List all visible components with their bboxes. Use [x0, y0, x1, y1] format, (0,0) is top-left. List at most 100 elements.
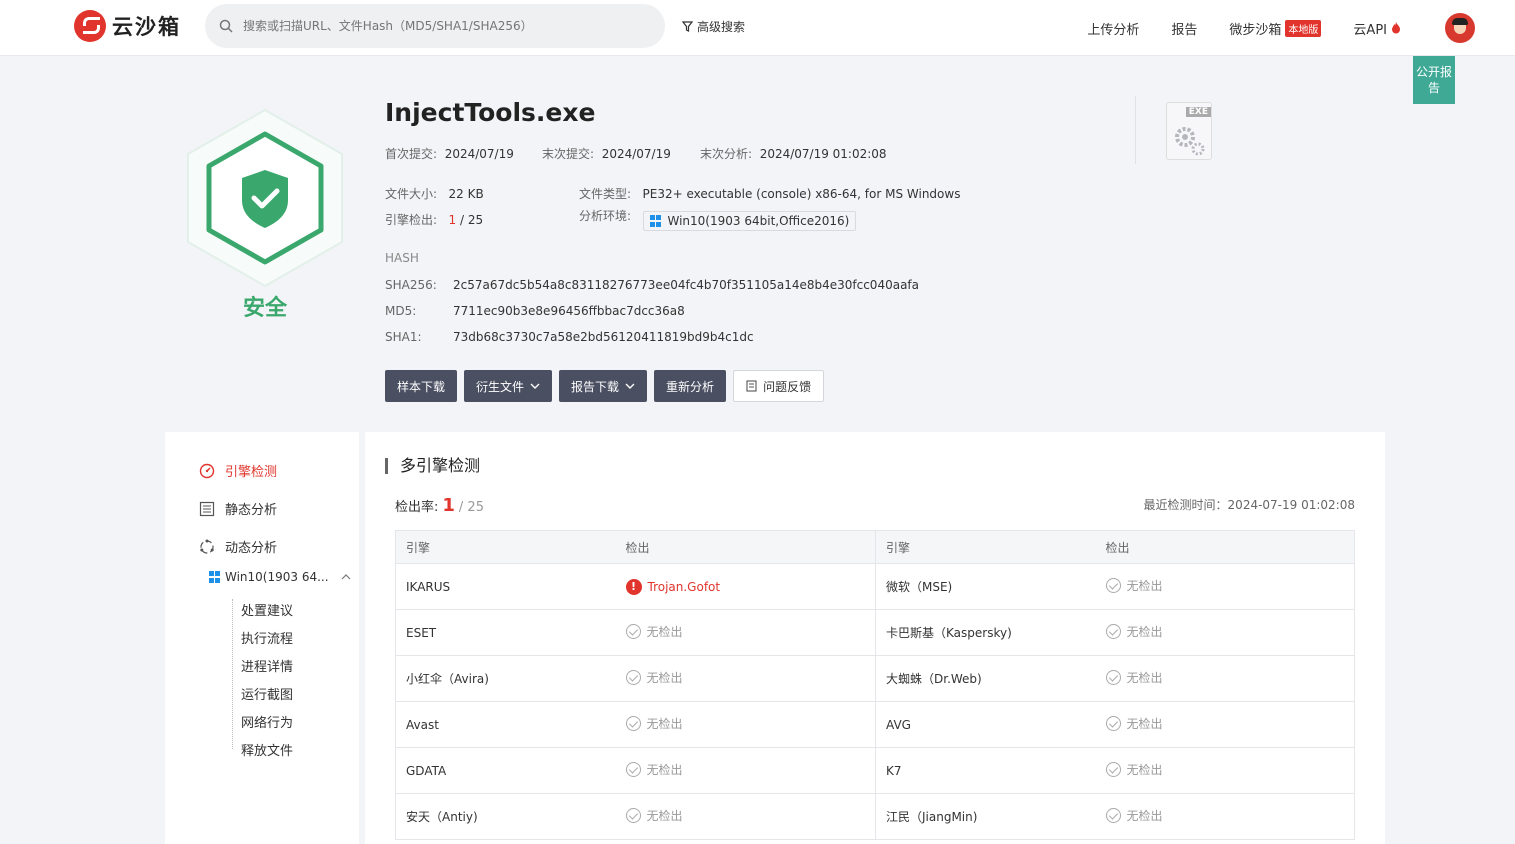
sha1-value[interactable]: 73db68c3730c7a58e2bd56120411819bd9b4c1dc [453, 330, 754, 344]
advanced-search-label: 高级搜索 [697, 20, 746, 34]
check-circle-icon [625, 808, 641, 823]
engine-result: 无检出 [1095, 793, 1355, 840]
nav-cloud-api[interactable]: 云API [1353, 19, 1401, 38]
search-icon [219, 19, 233, 33]
chevron-down-icon [625, 383, 635, 389]
engine-name: 小红伞（Avira) [395, 655, 616, 702]
md5-value[interactable]: 7711ec90b3e8e96456ffbbac7dcc36a8 [453, 304, 685, 318]
engine-result: 无检出 [615, 655, 876, 702]
table-row: GDATA 无检出 K7 无检出 [395, 747, 1355, 794]
sidebar-item-engine-detect[interactable]: 引擎检测 [199, 461, 277, 480]
last-submit-label: 末次提交: [542, 147, 595, 161]
engine-result-text: 无检出 [646, 671, 683, 685]
sidebar-env-label: Win10(1903 64... [225, 570, 329, 584]
feedback-button[interactable]: 问题反馈 [733, 370, 825, 402]
gauge-icon [199, 463, 215, 478]
sidebar-leaf-dropped-files[interactable]: 释放文件 [241, 740, 293, 759]
detection-rate: 检出率: 1 / 25 [395, 495, 484, 516]
section-title: 多引擎检测 [385, 458, 480, 474]
sidebar-leaf-disposal[interactable]: 处置建议 [241, 600, 293, 619]
col-result: 检出 [615, 530, 876, 564]
engine-result-text: 无检出 [1126, 625, 1163, 639]
cycle-icon [200, 539, 214, 554]
last-analysis-label: 末次分析: [700, 147, 753, 161]
engine-results-table: 引擎 检出 引擎 检出 IKARUS ! Trojan.Gofot 微软（MSE)… [395, 530, 1355, 840]
sha256-row: SHA256: 2c57a67dc5b54a8c83118276773ee04fc… [385, 278, 919, 292]
analysis-env-row: 分析环境: Win10(1903 64bit,Office2016) [579, 207, 857, 231]
engine-name: ESET [395, 609, 616, 656]
check-circle-icon [1105, 670, 1121, 685]
sidebar-leaf-process-details[interactable]: 进程详情 [241, 656, 293, 675]
advanced-search-link[interactable]: 高级搜索 [682, 18, 745, 35]
first-submit-label: 首次提交: [385, 147, 438, 161]
sidebar-item-static-analysis-label: 静态分析 [225, 503, 278, 518]
search-box[interactable] [205, 4, 665, 48]
sidebar-item-dynamic-analysis-label: 动态分析 [225, 541, 278, 556]
check-circle-icon [1105, 716, 1121, 731]
engine-result-text: 无检出 [646, 809, 683, 823]
sidebar-item-static-analysis[interactable]: 静态分析 [199, 499, 277, 518]
windows-icon [649, 215, 662, 227]
check-circle-icon [1105, 762, 1121, 777]
engine-result-text: 无检出 [1126, 579, 1163, 593]
feedback-label: 问题反馈 [763, 379, 812, 394]
verdict-label: 安全 [242, 296, 287, 321]
engine-detect-label: 引擎检出: [385, 213, 438, 227]
md5-label: MD5: [385, 304, 417, 318]
check-circle-icon [1105, 808, 1121, 823]
col-result: 检出 [1095, 530, 1355, 564]
check-circle-icon [1105, 624, 1121, 639]
public-report-button[interactable]: 公开报告 [1413, 56, 1455, 104]
search-input[interactable] [243, 19, 643, 33]
engine-name: IKARUS [395, 563, 616, 610]
sidebar-item-dynamic-analysis[interactable]: 动态分析 [199, 537, 277, 556]
engine-detect-hit: 1 [448, 213, 457, 227]
engine-name: 微软（MSE) [875, 563, 1096, 610]
file-title: InjectTools.exe [385, 98, 596, 127]
sidebar-leaf-network[interactable]: 网络行为 [241, 712, 293, 731]
reanalyze-button[interactable]: 重新分析 [654, 370, 727, 402]
table-row: Avast 无检出 AVG 无检出 [395, 701, 1355, 748]
top-bar: 云沙箱 高级搜索 上传分析 报告 微步沙箱 本地版 云API [0, 0, 1515, 56]
col-engine: 引擎 [395, 530, 616, 564]
check-circle-icon [625, 762, 641, 777]
download-report-label: 报告下载 [571, 379, 620, 394]
last-analysis-row: 末次分析: 2024/07/19 01:02:08 [700, 145, 887, 162]
engine-result-text: 无检出 [1126, 717, 1163, 731]
sidebar-leaf-execution-flow[interactable]: 执行流程 [241, 628, 293, 647]
check-circle-icon [1105, 578, 1121, 593]
derived-files-label: 衍生文件 [476, 379, 525, 394]
nav-report[interactable]: 报告 [1171, 19, 1197, 38]
exe-file-icon: EXE [1166, 102, 1212, 160]
nav-micro-sandbox-label: 微步沙箱 [1229, 22, 1282, 38]
detection-rate-hit: 1 [442, 495, 455, 516]
engine-name: 大蜘蛛（Dr.Web) [875, 655, 1096, 702]
engine-name: Avast [395, 701, 616, 748]
sha1-label: SHA1: [385, 330, 422, 344]
engine-result: 无检出 [615, 701, 876, 748]
logo[interactable]: 云沙箱 [74, 10, 181, 42]
nav-micro-sandbox[interactable]: 微步沙箱 本地版 [1229, 19, 1322, 38]
engine-result-text[interactable]: Trojan.Gofot [648, 580, 721, 594]
user-avatar[interactable] [1445, 13, 1475, 43]
engine-result: 无检出 [1095, 609, 1355, 656]
derived-files-button[interactable]: 衍生文件 [464, 370, 553, 402]
sha1-row: SHA1: 73db68c3730c7a58e2bd56120411819bd9b… [385, 330, 754, 344]
nav-upload[interactable]: 上传分析 [1087, 19, 1139, 38]
analysis-env-tag[interactable]: Win10(1903 64bit,Office2016) [642, 211, 857, 231]
download-report-button[interactable]: 报告下载 [559, 370, 648, 402]
action-buttons: 样本下载 衍生文件 报告下载 重新分析 问题反馈 [385, 370, 825, 402]
download-sample-button[interactable]: 样本下载 [385, 370, 458, 402]
alert-icon: ! [625, 578, 642, 595]
sha256-value[interactable]: 2c57a67dc5b54a8c83118276773ee04fc4b70f35… [453, 278, 919, 292]
nav-cloud-api-label: 云API [1353, 22, 1387, 38]
analysis-env-value: Win10(1903 64bit,Office2016) [667, 214, 850, 228]
engine-result: 无检出 [1095, 655, 1355, 702]
document-icon [746, 380, 757, 392]
table-row: IKARUS ! Trojan.Gofot 微软（MSE) 无检出 [395, 563, 1355, 610]
local-version-badge: 本地版 [1285, 19, 1322, 37]
chevron-down-icon [530, 383, 540, 389]
sidebar-env-item[interactable]: Win10(1903 64... [209, 570, 351, 584]
chevron-up-icon[interactable] [341, 574, 351, 580]
sidebar-leaf-screenshots[interactable]: 运行截图 [241, 684, 293, 703]
